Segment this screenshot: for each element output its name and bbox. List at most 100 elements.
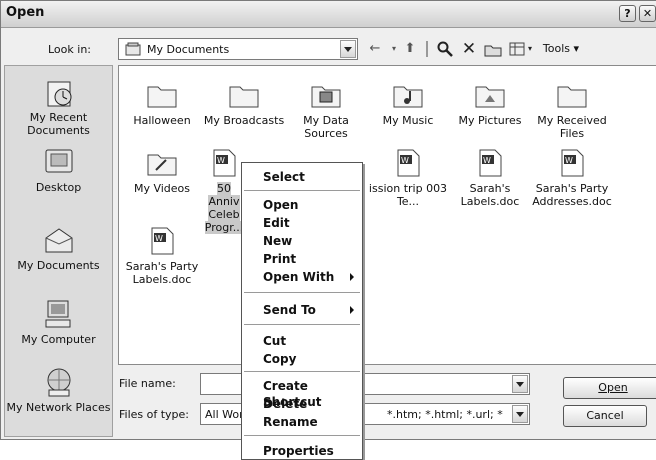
cancel-button[interactable]: Cancel — [563, 405, 647, 427]
open-button[interactable]: Open — [563, 377, 656, 399]
svg-text:W: W — [217, 156, 225, 165]
look-in-combo[interactable]: My Documents — [118, 38, 358, 60]
toolbar-divider — [426, 41, 428, 57]
item-label: My Videos — [133, 182, 191, 195]
menu-separator — [244, 435, 360, 436]
svg-text:W: W — [401, 156, 409, 165]
place-my-computer[interactable]: My Computer — [5, 298, 112, 346]
menu-item-cut[interactable]: Cut — [263, 333, 286, 349]
menu-item-open[interactable]: Open — [263, 197, 298, 213]
list-item-selected[interactable]: W 50 Anniv Celeb Progr... — [203, 148, 245, 234]
delete-icon[interactable]: ✕ — [459, 39, 479, 59]
file-type-value-right: *.htm; *.html; *.url; * — [387, 408, 503, 421]
place-label: Desktop — [35, 181, 82, 194]
chevron-down-icon[interactable] — [512, 405, 528, 423]
list-item[interactable]: Halloween — [121, 80, 203, 127]
file-type-value-left: All Wor — [205, 408, 244, 421]
word-doc-icon: W — [479, 149, 502, 177]
menu-item-open-with[interactable]: Open With — [263, 269, 334, 285]
svg-text:W: W — [483, 156, 491, 165]
folder-icon — [229, 86, 259, 108]
item-label: Sarah's Party Labels.doc — [125, 260, 199, 286]
item-label: My Broadcasts — [203, 114, 285, 127]
menu-item-rename[interactable]: Rename — [263, 414, 318, 430]
look-in-label: Look in: — [48, 43, 91, 56]
drive-icon — [125, 42, 141, 56]
places-bar: My Recent Documents Desktop My Documents… — [4, 65, 113, 437]
recent-documents-icon — [47, 81, 71, 107]
list-item[interactable]: My Broadcasts — [203, 80, 285, 127]
menu-separator — [244, 371, 360, 372]
back-arrow-icon[interactable]: ← — [364, 39, 386, 59]
place-label: My Computer — [21, 333, 96, 346]
list-item[interactable]: W Sarah's Party Labels.doc — [121, 226, 203, 286]
item-label: Sarah's Party Addresses.doc — [532, 182, 612, 208]
list-item[interactable]: My Videos — [121, 148, 203, 195]
file-name-label: File name: — [119, 377, 176, 390]
my-computer-icon — [45, 300, 70, 328]
menu-item-select[interactable]: Select — [263, 169, 305, 185]
close-button[interactable]: ✕ — [639, 5, 656, 22]
list-item[interactable]: W Sarah's Party Addresses.doc — [531, 148, 613, 208]
data-sources-folder-icon — [311, 86, 341, 108]
menu-item-properties[interactable]: Properties — [263, 443, 334, 459]
item-label: 50 Anniv Celeb Progr... — [204, 182, 244, 234]
word-doc-icon: W — [397, 149, 420, 177]
folder-icon — [557, 86, 587, 108]
look-in-value: My Documents — [147, 43, 230, 56]
list-item[interactable]: My Music — [367, 80, 449, 127]
place-desktop[interactable]: Desktop — [5, 146, 112, 194]
file-list[interactable]: Halloween My Broadcasts My Data Sources … — [118, 65, 656, 365]
menu-item-copy[interactable]: Copy — [263, 351, 296, 367]
place-my-recent-documents[interactable]: My Recent Documents — [5, 76, 112, 137]
item-label: My Pictures — [458, 114, 522, 127]
context-menu: Select Open Edit New Print Open With Sen… — [241, 162, 363, 460]
title-bar: Open ? ✕ — [1, 1, 656, 28]
svg-text:W: W — [155, 234, 163, 243]
help-button[interactable]: ? — [619, 5, 636, 22]
submenu-arrow-icon — [350, 273, 354, 281]
videos-folder-icon — [147, 154, 177, 176]
up-folder-icon[interactable]: ⬆ — [400, 39, 420, 59]
menu-separator — [244, 190, 360, 191]
word-doc-icon: W — [561, 149, 584, 177]
place-label: My Recent Documents — [27, 111, 90, 137]
menu-item-new[interactable]: New — [263, 233, 292, 249]
back-dropdown-icon[interactable]: ▾ — [390, 39, 398, 59]
files-of-type-label: Files of type: — [119, 408, 190, 421]
menu-item-send-to[interactable]: Send To — [263, 302, 316, 318]
views-dropdown-icon[interactable]: ▾ — [525, 39, 535, 59]
menu-separator — [244, 292, 360, 293]
menu-item-edit[interactable]: Edit — [263, 215, 290, 231]
place-label: My Network Places — [6, 401, 111, 414]
music-folder-icon — [393, 86, 423, 108]
search-web-icon[interactable] — [434, 39, 456, 59]
item-label: Halloween — [133, 114, 191, 127]
submenu-arrow-icon — [350, 306, 354, 314]
dialog-title: Open — [6, 5, 45, 20]
list-item[interactable]: My Pictures — [449, 80, 531, 127]
folder-icon — [147, 86, 177, 108]
menu-item-delete[interactable]: Delete — [263, 396, 307, 412]
menu-item-print[interactable]: Print — [263, 251, 296, 267]
list-item[interactable]: My Received Files — [531, 80, 613, 140]
new-folder-icon[interactable] — [482, 39, 504, 59]
list-item[interactable]: My Data Sources — [285, 80, 367, 140]
list-item[interactable]: W Sarah's Labels.doc — [449, 148, 531, 208]
word-doc-icon: W — [213, 149, 236, 177]
place-my-documents[interactable]: My Documents — [5, 224, 112, 272]
item-label: My Data Sources — [303, 114, 349, 140]
my-documents-icon — [45, 228, 72, 253]
menu-separator — [244, 324, 360, 325]
word-doc-icon: W — [151, 227, 174, 255]
desktop-icon — [45, 149, 72, 173]
item-label: Sarah's Labels.doc — [460, 182, 520, 208]
place-my-network-places[interactable]: My Network Places — [5, 366, 112, 414]
svg-text:W: W — [565, 156, 573, 165]
chevron-down-icon[interactable] — [512, 375, 528, 393]
place-label: My Documents — [17, 259, 100, 272]
tools-menu[interactable]: Tools ▾ — [535, 39, 587, 59]
chevron-down-icon[interactable] — [340, 40, 356, 58]
item-label: My Received Files — [537, 114, 607, 140]
list-item[interactable]: W ission trip 003 Te... — [367, 148, 449, 208]
